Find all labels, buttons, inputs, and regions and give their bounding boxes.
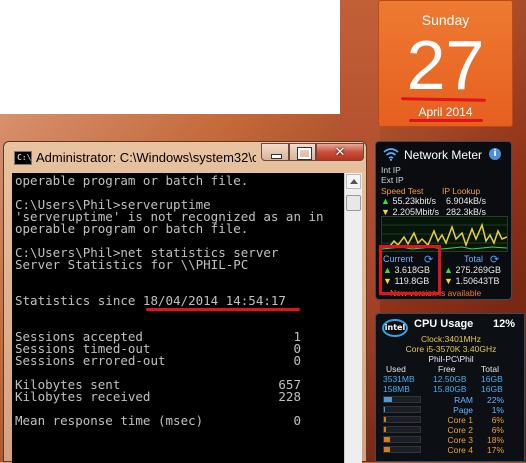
network-meter-title: Network Meter — [404, 148, 483, 162]
speed-test-link[interactable]: Speed Test — [381, 186, 423, 196]
ram-used: 3531MB — [383, 374, 415, 384]
meter-value: 6% — [491, 415, 504, 425]
meter-fill — [384, 427, 387, 432]
meter-bar — [383, 396, 421, 403]
window-titlebar[interactable]: C:\ Administrator: C:\Windows\system32\c… — [4, 142, 366, 172]
meter-bar — [383, 426, 421, 433]
total-upload-value: 275.269GB — [455, 265, 501, 275]
upload-arrow-icon: ▲ — [381, 196, 390, 206]
command-prompt-window[interactable]: C:\ Administrator: C:\Windows\system32\c… — [3, 141, 367, 463]
calendar-gadget[interactable]: Sunday 27 April 2014 — [378, 0, 513, 127]
meter-value: 6% — [491, 425, 504, 435]
ram-free: 12.50GB — [433, 374, 467, 384]
meter-fill — [384, 437, 391, 442]
meter-value: 1% — [491, 405, 504, 415]
meter-row: Core 4 17% — [383, 445, 523, 455]
total-label: Total — [464, 254, 484, 264]
meter-fill — [384, 447, 391, 452]
meter-label: Core 3 — [447, 435, 473, 445]
page-free: 15.80GB — [433, 384, 467, 394]
info-button[interactable]: i — [489, 148, 501, 160]
cpu-host: Phil-PC\Phil — [428, 354, 474, 364]
cmd-app-icon: C:\ — [14, 151, 32, 165]
minimize-icon — [271, 154, 282, 159]
maximize-icon — [297, 147, 312, 160]
cpu-meter-gadget[interactable]: intel CPU Usage 12% Clock:3401MHz Core i… — [375, 313, 525, 462]
total-download-arrow-icon: ▼ — [444, 276, 453, 286]
calendar-month-year: April 2014 — [418, 105, 473, 119]
meter-bar — [383, 446, 421, 453]
annotation-underline-date — [146, 308, 300, 311]
console-text: operable program or batch file. C:\Users… — [15, 173, 324, 428]
meter-label: RAM — [454, 395, 473, 405]
meter-bar — [383, 406, 421, 413]
meter-row: Page 1% — [383, 405, 523, 415]
annotation-underline-month — [409, 119, 483, 122]
meter-label: Core 2 — [447, 425, 473, 435]
cpu-model: Core i5-3570K 3.40GHz — [405, 344, 497, 354]
upload-speed-value: 55.23kbit/s — [392, 196, 436, 206]
meter-value: 17% — [486, 445, 504, 455]
ip-lookup-link[interactable]: IP Lookup — [442, 186, 480, 196]
meter-value: 22% — [486, 395, 504, 405]
meter-row: Core 2 6% — [383, 425, 523, 435]
white-window-area — [0, 0, 340, 114]
scroll-thumb[interactable] — [346, 195, 361, 211]
vertical-scrollbar[interactable] — [344, 173, 362, 463]
annotation-red-box — [379, 245, 441, 295]
meter-bar — [383, 436, 421, 443]
total-upload-arrow-icon: ▲ — [444, 265, 453, 275]
cpu-clock: Clock:3401MHz — [421, 334, 481, 344]
meter-row: RAM 22% — [383, 395, 523, 405]
meter-row: Core 1 6% — [383, 415, 523, 425]
meter-fill — [384, 407, 385, 412]
meter-label: Page — [453, 405, 473, 415]
upload-speed: ▲ 55.23kbit/s — [381, 196, 436, 206]
total-upload: ▲ 275.269GB — [444, 265, 501, 275]
mem-header-free: Free — [438, 364, 456, 374]
meter-row: Core 3 18% — [383, 435, 523, 445]
refresh-total-icon[interactable]: ⟳ — [490, 254, 502, 265]
close-button[interactable]: ✕ — [316, 143, 364, 161]
console-output[interactable]: operable program or batch file. C:\Users… — [12, 173, 344, 463]
meter-bar — [383, 416, 421, 423]
maximize-button[interactable] — [289, 143, 316, 161]
calendar-day-number: 27 — [406, 26, 485, 104]
page-used: 158MB — [383, 384, 410, 394]
window-title: Administrator: C:\Windows\system32\c... — [36, 150, 256, 165]
scroll-up-button[interactable] — [346, 174, 361, 189]
page-total: 16GB — [481, 384, 503, 394]
mem-header-used: Used — [386, 364, 406, 374]
meter-fill — [384, 417, 387, 422]
cpu-usage-percent: 12% — [493, 318, 516, 330]
close-icon: ✕ — [334, 145, 346, 160]
upload-speed-bytes: 6.904kB/s — [446, 196, 487, 206]
ram-total: 16GB — [481, 374, 503, 384]
meter-label: Core 4 — [447, 445, 473, 455]
meter-value: 18% — [486, 435, 504, 445]
upload-speed-total: 6.904kB/s — [446, 196, 486, 206]
meter-fill — [384, 397, 392, 402]
meter-label: Core 1 — [447, 415, 473, 425]
int-ip-label: Int IP — [381, 165, 401, 175]
wifi-icon — [383, 148, 399, 161]
total-download-value: 1.50643TB — [455, 276, 500, 286]
minimize-button[interactable] — [261, 143, 289, 161]
total-download: ▼ 1.50643TB — [444, 276, 499, 286]
ext-ip-label: Ext IP — [381, 175, 404, 185]
mem-header-total: Total — [481, 364, 499, 374]
cpu-usage-title: CPU Usage — [414, 318, 474, 330]
